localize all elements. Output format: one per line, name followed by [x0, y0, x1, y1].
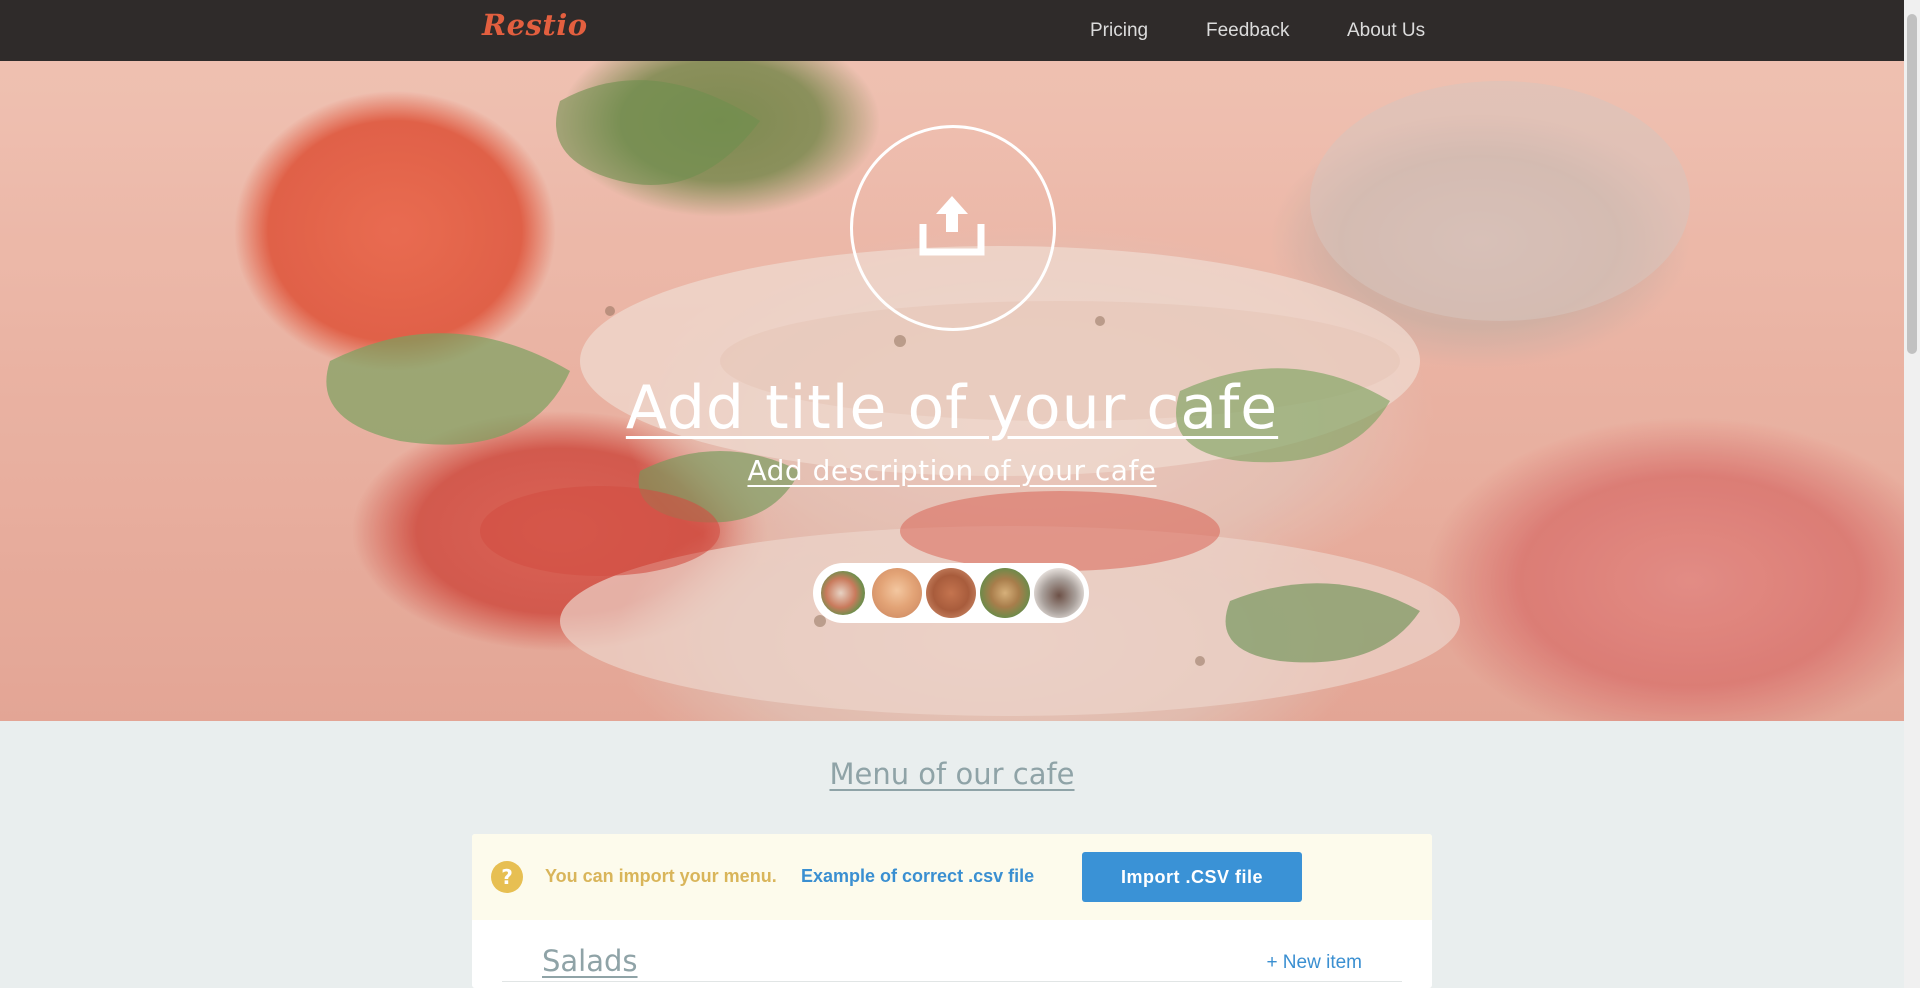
nav-feedback[interactable]: Feedback [1206, 20, 1289, 42]
category-title-salads[interactable]: Salads [542, 944, 638, 978]
salad-bowl-thumbnail[interactable] [980, 568, 1030, 618]
menu-panel: ? You can import your menu. Example of c… [472, 834, 1432, 988]
upload-cover-button[interactable] [850, 125, 1056, 331]
page-scrollbar[interactable] [1904, 0, 1920, 988]
coffee-cup-thumbnail[interactable] [1034, 568, 1084, 618]
import-notice-text: You can import your menu. [545, 866, 777, 886]
nav-about-us[interactable]: About Us [1347, 20, 1425, 42]
nav-pricing[interactable]: Pricing [1090, 20, 1148, 42]
import-notice: ? You can import your menu. Example of c… [472, 834, 1432, 920]
cafe-title[interactable]: Add title of your cafe [0, 373, 1904, 443]
meat-dish-thumbnail[interactable] [926, 568, 976, 618]
pastry-thumbnail[interactable] [872, 568, 922, 618]
hero-cover-image: Add title of your cafe Add description o… [0, 61, 1904, 721]
new-item-button[interactable]: + New item [1266, 952, 1362, 974]
csv-example-link[interactable]: Example of correct .csv file [801, 866, 1034, 887]
cover-thumbnail-picker [813, 563, 1089, 623]
wrap-thumbnail[interactable] [818, 568, 868, 618]
logo[interactable]: Restio [482, 8, 588, 42]
cafe-description[interactable]: Add description of your cafe [0, 454, 1904, 487]
menu-heading[interactable]: Menu of our cafe [0, 757, 1904, 791]
top-navigation-bar: Restio Pricing Feedback About Us [0, 0, 1904, 61]
upload-icon [919, 196, 985, 256]
question-icon: ? [491, 861, 523, 893]
divider [502, 981, 1402, 982]
scrollbar-thumb[interactable] [1907, 14, 1917, 354]
import-csv-button[interactable]: Import .CSV file [1082, 852, 1302, 902]
